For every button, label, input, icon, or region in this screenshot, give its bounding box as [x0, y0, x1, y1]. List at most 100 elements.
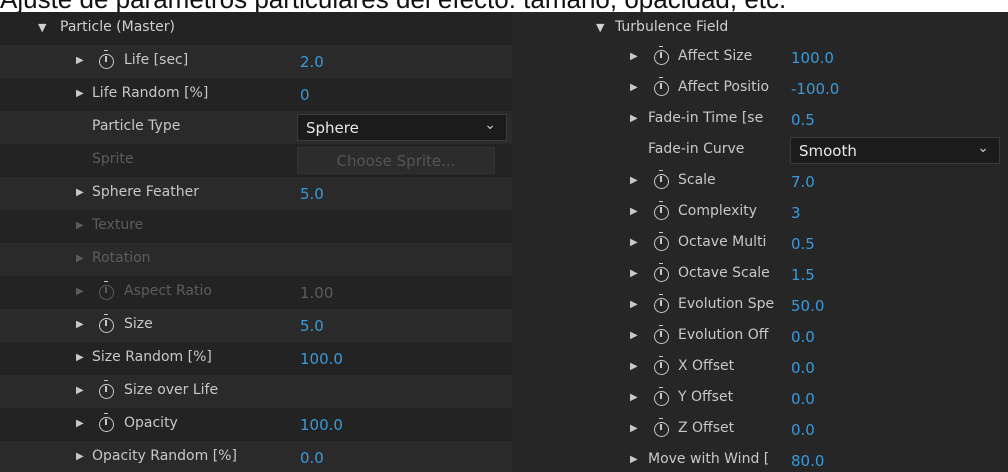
param-row-evolution-speed[interactable]: ▶ Evolution Spe 50.0 — [512, 289, 1008, 322]
triangle-right-icon[interactable]: ▶ — [76, 286, 84, 297]
param-value[interactable]: 1.00 — [300, 284, 333, 302]
triangle-right-icon[interactable]: ▶ — [630, 51, 638, 62]
stopwatch-icon[interactable] — [654, 201, 669, 220]
stopwatch-icon[interactable] — [654, 418, 669, 437]
section-title: Particle (Master) — [60, 19, 175, 35]
triangle-right-icon[interactable]: ▶ — [630, 268, 638, 279]
param-row-affect-position[interactable]: ▶ Affect Positio -100.0 — [512, 72, 1008, 105]
triangle-right-icon[interactable]: ▶ — [76, 55, 84, 66]
param-value[interactable]: 3 — [791, 204, 801, 222]
param-row-y-offset[interactable]: ▶ Y Offset 0.0 — [512, 382, 1008, 415]
param-row-z-offset[interactable]: ▶ Z Offset 0.0 — [512, 413, 1008, 446]
param-row-opacity[interactable]: ▶ Opacity 100.0 — [0, 408, 512, 441]
triangle-right-icon[interactable]: ▶ — [76, 385, 84, 396]
param-value[interactable]: 50.0 — [791, 297, 824, 315]
param-value[interactable]: 100.0 — [300, 350, 343, 368]
param-row-octave-multi[interactable]: ▶ Octave Multi 0.5 — [512, 227, 1008, 260]
param-label: Affect Positio — [678, 79, 770, 95]
param-row-x-offset[interactable]: ▶ X Offset 0.0 — [512, 351, 1008, 384]
param-value[interactable]: 0 — [300, 86, 310, 104]
param-row-size-random[interactable]: ▶ Size Random [%] 100.0 — [0, 342, 512, 375]
param-value[interactable]: 100.0 — [791, 49, 834, 67]
param-value[interactable]: 80.0 — [791, 452, 824, 470]
triangle-right-icon[interactable]: ▶ — [630, 113, 638, 124]
param-value[interactable]: 5.0 — [300, 185, 324, 203]
stopwatch-icon[interactable] — [99, 50, 114, 69]
param-label: Sprite — [92, 151, 134, 167]
param-row-sphere-feather[interactable]: ▶ Sphere Feather 5.0 — [0, 177, 512, 210]
triangle-right-icon[interactable]: ▶ — [630, 392, 638, 403]
param-label: Fade-in Curve — [648, 141, 745, 157]
param-row-evolution-offset[interactable]: ▶ Evolution Off 0.0 — [512, 320, 1008, 353]
stopwatch-icon[interactable] — [654, 77, 669, 96]
triangle-right-icon[interactable]: ▶ — [630, 423, 638, 434]
triangle-right-icon[interactable]: ▶ — [630, 299, 638, 310]
param-row-rotation[interactable]: ▶ Rotation — [0, 243, 512, 276]
param-value[interactable]: 5.0 — [300, 317, 324, 335]
param-row-life[interactable]: ▶ Life [sec] 2.0 — [0, 45, 512, 78]
triangle-right-icon[interactable]: ▶ — [76, 187, 84, 198]
turbulence-field-panel: ▼ Turbulence Field ▶ Affect Size 100.0 ▶… — [512, 12, 1008, 472]
stopwatch-icon[interactable] — [654, 387, 669, 406]
param-value[interactable]: 2.0 — [300, 53, 324, 71]
param-value[interactable]: 0.5 — [791, 111, 815, 129]
param-value[interactable]: 0.0 — [791, 359, 815, 377]
stopwatch-icon[interactable] — [654, 170, 669, 189]
param-value[interactable]: 0.5 — [791, 235, 815, 253]
param-row-texture[interactable]: ▶ Texture — [0, 210, 512, 243]
param-value[interactable]: 0.0 — [791, 390, 815, 408]
stopwatch-icon[interactable] — [99, 413, 114, 432]
particle-master-panel: ▼ Particle (Master) ▶ Life [sec] 2.0 ▶ L… — [0, 12, 512, 472]
triangle-down-icon[interactable]: ▼ — [596, 21, 604, 34]
triangle-right-icon[interactable]: ▶ — [630, 454, 638, 465]
choose-sprite-button[interactable]: Choose Sprite... — [297, 147, 495, 174]
param-row-opacity-random[interactable]: ▶ Opacity Random [%] 0.0 — [0, 441, 512, 472]
stopwatch-icon[interactable] — [654, 232, 669, 251]
fade-in-curve-select[interactable]: Smooth ⌄ — [790, 137, 1000, 164]
param-row-scale[interactable]: ▶ Scale 7.0 — [512, 165, 1008, 198]
triangle-right-icon[interactable]: ▶ — [630, 175, 638, 186]
triangle-right-icon[interactable]: ▶ — [76, 418, 84, 429]
param-value[interactable]: 0.0 — [791, 421, 815, 439]
param-row-size[interactable]: ▶ Size 5.0 — [0, 309, 512, 342]
param-row-fade-in-time[interactable]: ▶ Fade-in Time [se 0.5 — [512, 103, 1008, 136]
triangle-right-icon[interactable]: ▶ — [76, 88, 84, 99]
triangle-right-icon[interactable]: ▶ — [76, 352, 84, 363]
triangle-right-icon[interactable]: ▶ — [630, 206, 638, 217]
triangle-right-icon[interactable]: ▶ — [630, 361, 638, 372]
param-row-sprite: Sprite Choose Sprite... — [0, 144, 512, 177]
triangle-right-icon[interactable]: ▶ — [76, 253, 84, 264]
param-label: Complexity — [678, 203, 758, 219]
param-row-complexity[interactable]: ▶ Complexity 3 — [512, 196, 1008, 229]
param-row-move-with-wind[interactable]: ▶ Move with Wind [ 80.0 — [512, 444, 1008, 472]
param-value[interactable]: 7.0 — [791, 173, 815, 191]
param-row-aspect-ratio[interactable]: ▶ Aspect Ratio 1.00 — [0, 276, 512, 309]
param-row-affect-size[interactable]: ▶ Affect Size 100.0 — [512, 41, 1008, 74]
triangle-right-icon[interactable]: ▶ — [630, 82, 638, 93]
triangle-down-icon[interactable]: ▼ — [38, 21, 46, 34]
triangle-right-icon[interactable]: ▶ — [630, 237, 638, 248]
param-row-octave-scale[interactable]: ▶ Octave Scale 1.5 — [512, 258, 1008, 291]
param-value[interactable]: 0.0 — [300, 449, 324, 467]
stopwatch-icon[interactable] — [654, 46, 669, 65]
stopwatch-icon[interactable] — [654, 263, 669, 282]
stopwatch-icon[interactable] — [99, 380, 114, 399]
param-value[interactable]: -100.0 — [791, 80, 839, 98]
param-value[interactable]: 100.0 — [300, 416, 343, 434]
stopwatch-icon[interactable] — [654, 294, 669, 313]
triangle-right-icon[interactable]: ▶ — [630, 330, 638, 341]
param-value[interactable]: 1.5 — [791, 266, 815, 284]
stopwatch-icon[interactable] — [654, 356, 669, 375]
particle-type-select[interactable]: Sphere ⌄ — [297, 114, 507, 141]
stopwatch-icon[interactable] — [99, 281, 114, 300]
triangle-right-icon[interactable]: ▶ — [76, 451, 84, 462]
param-row-size-over-life[interactable]: ▶ Size over Life — [0, 375, 512, 408]
particle-master-header[interactable]: ▼ Particle (Master) — [0, 12, 512, 45]
param-row-life-random[interactable]: ▶ Life Random [%] 0 — [0, 78, 512, 111]
triangle-right-icon[interactable]: ▶ — [76, 319, 84, 330]
triangle-right-icon[interactable]: ▶ — [76, 220, 84, 231]
stopwatch-icon[interactable] — [654, 325, 669, 344]
param-value[interactable]: 0.0 — [791, 328, 815, 346]
stopwatch-icon[interactable] — [99, 314, 114, 333]
param-label: Size Random [%] — [92, 349, 212, 365]
